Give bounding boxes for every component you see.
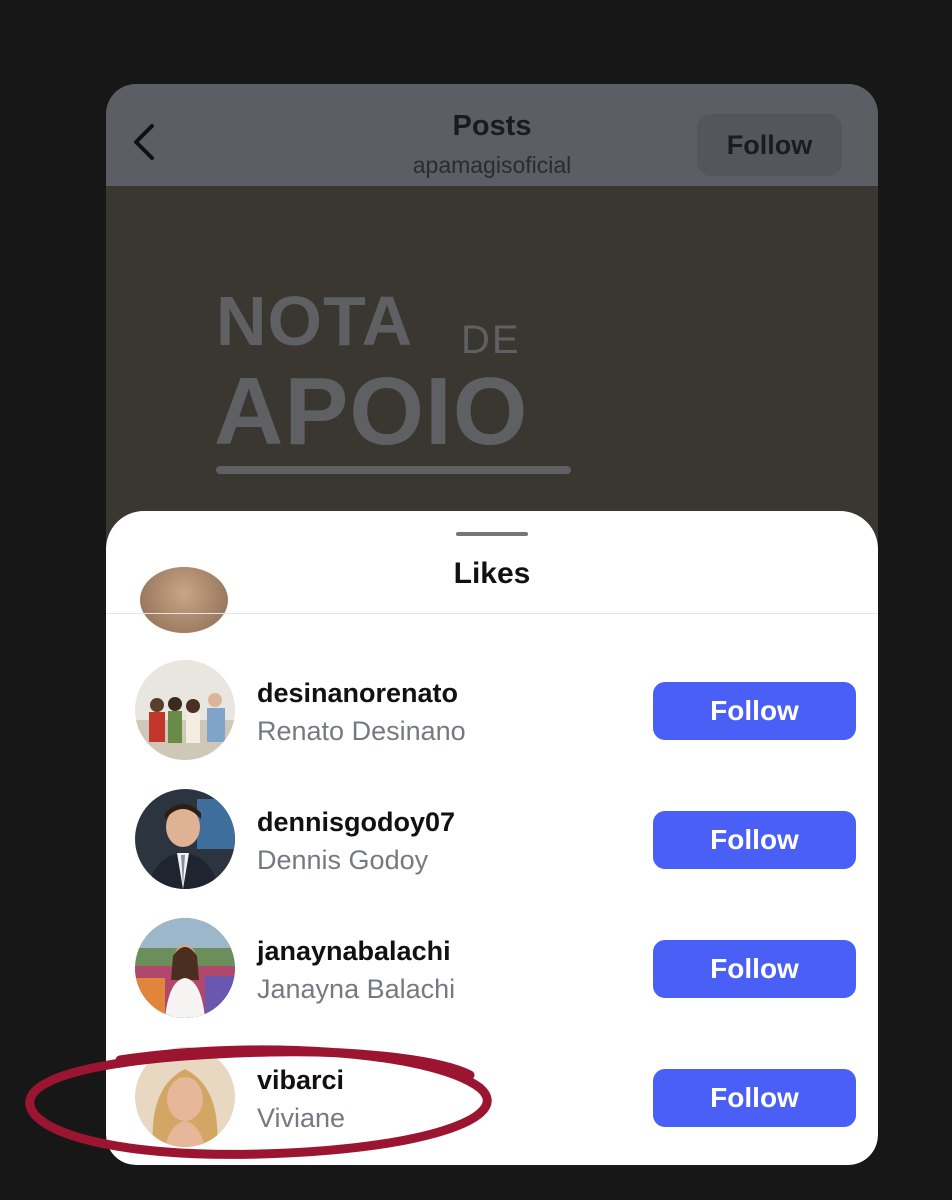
avatar[interactable]: [135, 1047, 235, 1147]
list-item[interactable]: vibarci Viviane Follow: [106, 1047, 878, 1165]
top-bar: Posts apamagisoficial Follow: [106, 84, 878, 186]
like-username[interactable]: vibarci: [257, 1065, 344, 1096]
like-full-name: Viviane: [257, 1103, 346, 1133]
post-text-nota: NOTA: [216, 282, 414, 360]
like-username[interactable]: dennisgodoy07: [257, 807, 455, 838]
like-username[interactable]: desinanorenato: [257, 678, 458, 709]
likes-list: desinanorenato Renato Desinano Follow de…: [106, 614, 878, 1165]
like-full-name: Dennis Godoy: [257, 845, 429, 875]
likes-sheet: Likes desinanorenato Renato Desinano Fol…: [106, 511, 878, 1165]
header-follow-button[interactable]: Follow: [697, 114, 842, 176]
avatar[interactable]: [135, 789, 235, 889]
list-item[interactable]: desinanorenato Renato Desinano Follow: [106, 660, 878, 789]
like-full-name: Renato Desinano: [257, 716, 466, 746]
follow-button[interactable]: Follow: [653, 940, 856, 998]
like-full-name: Janayna Balachi: [257, 974, 456, 1004]
post-underline: [216, 466, 571, 474]
follow-button[interactable]: Follow: [653, 1069, 856, 1127]
follow-button[interactable]: Follow: [653, 811, 856, 869]
sheet-drag-handle[interactable]: [456, 532, 528, 536]
list-item[interactable]: dennisgodoy07 Dennis Godoy Follow: [106, 789, 878, 918]
avatar[interactable]: [135, 660, 235, 760]
follow-button[interactable]: Follow: [653, 682, 856, 740]
post-text-de: DE: [461, 318, 521, 362]
like-username[interactable]: janaynabalachi: [257, 936, 451, 967]
post-text-apoio: APOIO: [214, 358, 529, 465]
avatar[interactable]: [135, 918, 235, 1018]
list-item[interactable]: janaynabalachi Janayna Balachi Follow: [106, 918, 878, 1047]
phone-screen: NOTA DE APOIO Posts apamagisoficial Foll…: [106, 84, 878, 1165]
